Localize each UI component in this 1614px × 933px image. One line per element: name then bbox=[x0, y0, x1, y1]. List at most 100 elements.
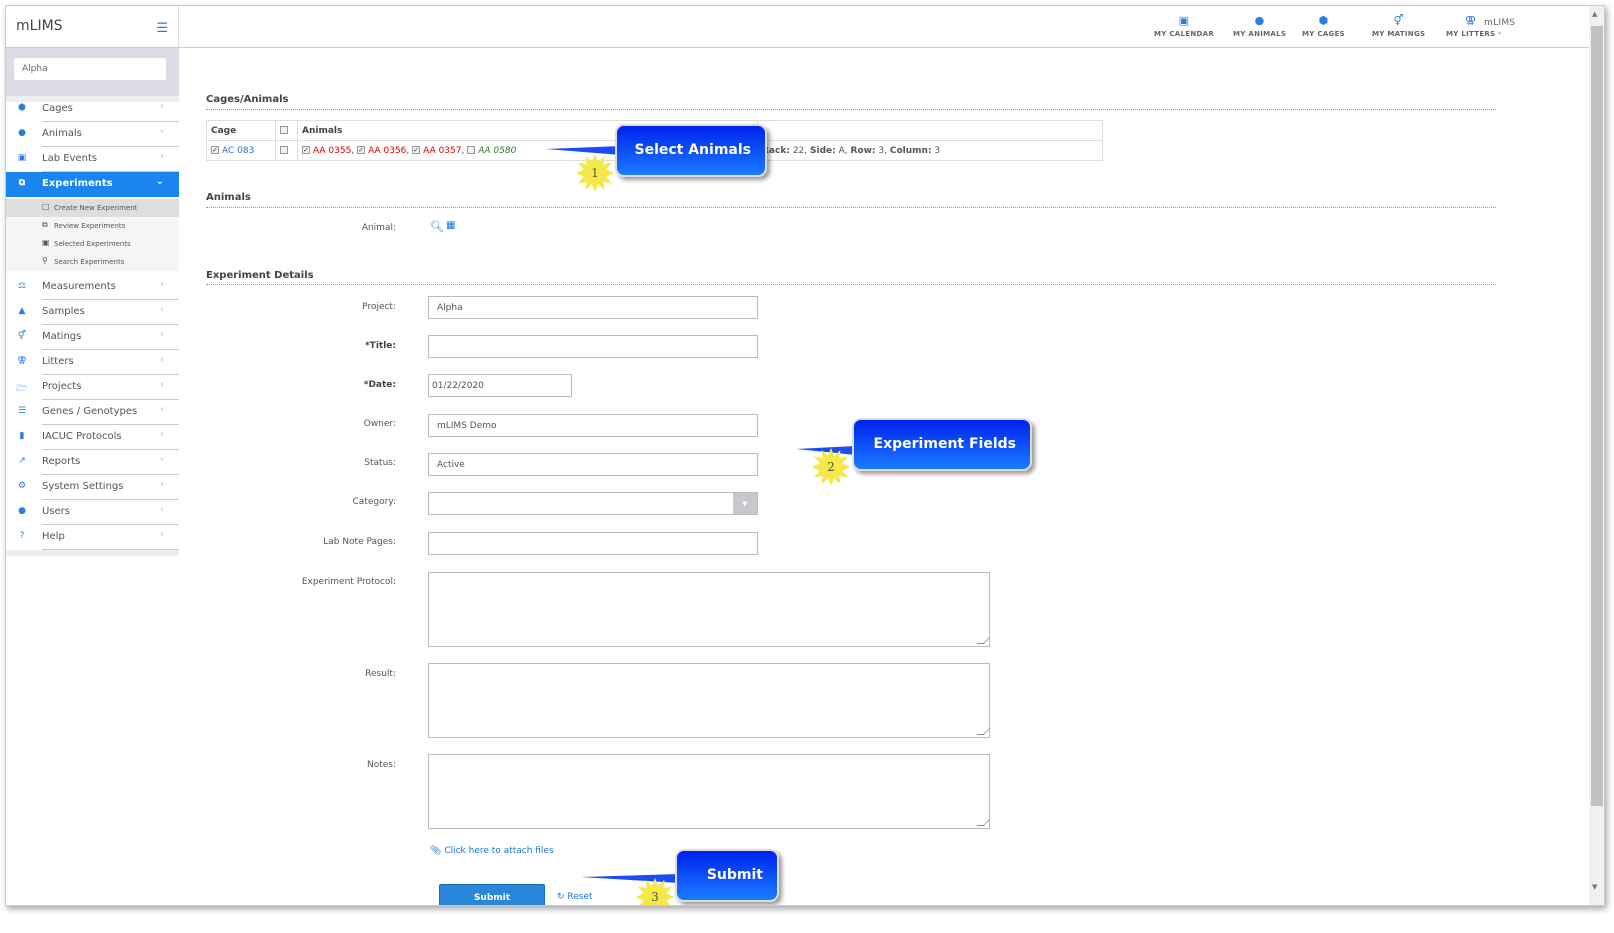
sidebar-item-lab-events[interactable]: ▣ Lab Events ‹ bbox=[6, 147, 179, 172]
callout-1: Select Animals bbox=[615, 124, 767, 177]
chevron-left-icon: ‹ bbox=[160, 304, 164, 315]
animal-link[interactable]: AA 0357 bbox=[423, 146, 461, 156]
sidebar-item-reports[interactable]: ↗ Reports ‹ bbox=[6, 450, 179, 475]
sidebar-item-measurements[interactable]: ⚖ Measurements ‹ bbox=[6, 275, 179, 300]
balance-icon: ⚖ bbox=[17, 281, 27, 291]
topnav-my-cages[interactable]: ⬢ MY CAGES bbox=[1302, 14, 1345, 38]
sidebar-item-help[interactable]: ? Help ‹ bbox=[6, 525, 179, 550]
sidebar-item-experiments[interactable]: ⧉ Experiments ⌄ bbox=[6, 172, 179, 197]
grid-select-icon[interactable]: ▦ bbox=[446, 220, 455, 231]
calendar-icon: ▣ bbox=[17, 153, 27, 163]
line-chart-icon: ↗ bbox=[18, 456, 26, 466]
sidebar-item-projects[interactable]: 🗁 Projects ‹ bbox=[6, 375, 179, 400]
cube-icon: ⬢ bbox=[18, 103, 26, 113]
topnav-my-calendar[interactable]: ▣ MY CALENDAR bbox=[1154, 14, 1214, 38]
animal-checkbox[interactable]: ✓ bbox=[357, 146, 366, 154]
flask-icon: ▲ bbox=[18, 306, 26, 316]
user-menu[interactable]: mLIMS ⌄ bbox=[1484, 18, 1515, 36]
title-input[interactable] bbox=[428, 335, 758, 358]
chevron-left-icon: ‹ bbox=[160, 151, 164, 162]
chevron-left-icon: ‹ bbox=[160, 279, 164, 290]
sidebar-item-samples[interactable]: ▲ Samples ‹ bbox=[6, 300, 179, 325]
animal-link[interactable]: AA 0355 bbox=[313, 146, 351, 156]
chevron-down-icon: ⌄ bbox=[155, 176, 164, 187]
mars-venus-icon: ⚥ bbox=[1393, 14, 1404, 27]
chevron-left-icon: ‹ bbox=[160, 504, 164, 515]
sidebar-item-litters[interactable]: ⚢ Litters ‹ bbox=[6, 350, 179, 375]
brand-bar: mLIMS ☰ bbox=[6, 6, 179, 48]
cage-location: Rack: 22, Side: A, Row: 3, Column: 3 bbox=[757, 140, 1103, 161]
notes-textarea[interactable] bbox=[428, 754, 990, 829]
folder-open-icon: 🗁 bbox=[16, 384, 28, 394]
section-title-cages: Cages/Animals bbox=[206, 94, 289, 105]
sidebar-subitem-selected-experiments[interactable]: ▣ Selected Experiments bbox=[6, 235, 179, 253]
refresh-icon: ↻ bbox=[557, 892, 565, 902]
file-icon: □ bbox=[42, 202, 50, 211]
chevron-left-icon: ‹ bbox=[160, 354, 164, 365]
brand-logo: mLIMS bbox=[16, 18, 63, 34]
animal-link[interactable]: AA 0580 bbox=[478, 146, 516, 156]
chevron-left-icon: ‹ bbox=[160, 429, 164, 440]
app-window: mLIMS ☰ ⬢Cages‹●Animals‹▣Lab Events‹⧉Exp… bbox=[5, 5, 1605, 906]
cage-checkbox[interactable]: ✓ bbox=[211, 146, 219, 154]
chevron-left-icon: ‹ bbox=[160, 379, 164, 390]
row-checkbox[interactable] bbox=[280, 146, 288, 154]
category-select[interactable]: ▼ bbox=[428, 492, 758, 515]
lab-note-pages-input[interactable] bbox=[428, 532, 758, 555]
scrollbar-thumb[interactable] bbox=[1591, 26, 1603, 806]
sidebar-item-cages[interactable]: ⬢ Cages ‹ bbox=[6, 97, 179, 122]
copy-icon: ⧉ bbox=[18, 178, 26, 188]
cage-link[interactable]: AC 083 bbox=[222, 146, 254, 156]
header-divider bbox=[179, 47, 1604, 48]
list-icon: ☰ bbox=[17, 406, 27, 416]
sidebar-item-iacuc-protocols[interactable]: ▮ IACUC Protocols ‹ bbox=[6, 425, 179, 450]
chevron-left-icon: ‹ bbox=[160, 329, 164, 340]
sidebar: mLIMS ☰ ⬢Cages‹●Animals‹▣Lab Events‹⧉Exp… bbox=[6, 6, 179, 905]
paw-icon: ● bbox=[18, 128, 26, 138]
sidebar-subitem-review-experiments[interactable]: ⧉ Review Experiments bbox=[6, 217, 179, 235]
status-input[interactable]: Active bbox=[428, 453, 758, 476]
date-input[interactable]: 01/22/2020 bbox=[428, 374, 572, 397]
sidebar-item-matings[interactable]: ⚥ Matings ‹ bbox=[6, 325, 179, 350]
attach-files-link[interactable]: 📎︎ Click here to attach files bbox=[430, 846, 554, 856]
sidebar-search-input[interactable] bbox=[14, 58, 166, 80]
search-icon: ⚲ bbox=[42, 256, 48, 265]
chevron-left-icon: ‹ bbox=[160, 529, 164, 540]
sidebar-item-animals[interactable]: ● Animals ‹ bbox=[6, 122, 179, 147]
submit-button[interactable]: Submit bbox=[439, 884, 545, 905]
chevron-left-icon: ‹ bbox=[160, 479, 164, 490]
owner-input[interactable]: mLIMS Demo bbox=[428, 414, 758, 437]
vertical-scrollbar[interactable]: ▲ ▼ bbox=[1589, 6, 1604, 905]
select-all-checkbox[interactable] bbox=[280, 126, 288, 134]
calendar-icon: ▣ bbox=[1178, 14, 1190, 27]
topnav-my-animals[interactable]: ● MY ANIMALS bbox=[1233, 14, 1286, 38]
result-textarea[interactable] bbox=[428, 663, 990, 738]
search-animal-icon[interactable]: 🔍︎ bbox=[430, 220, 444, 233]
sidebar-item-genes-genotypes[interactable]: ☰ Genes / Genotypes ‹ bbox=[6, 400, 179, 425]
animal-link[interactable]: AA 0356 bbox=[368, 146, 406, 156]
project-input[interactable]: Alpha bbox=[428, 296, 758, 319]
chevron-left-icon: ‹ bbox=[160, 404, 164, 415]
mars-venus-icon: ⚥ bbox=[17, 331, 27, 341]
chevron-down-icon: ⌄ bbox=[1496, 28, 1503, 36]
gear-icon: ⚙ bbox=[17, 481, 27, 491]
sidebar-item-users[interactable]: ● Users ‹ bbox=[6, 500, 179, 525]
dropdown-arrow-icon[interactable]: ▼ bbox=[733, 493, 757, 514]
topnav-my-matings[interactable]: ⚥ MY MATINGS bbox=[1372, 14, 1425, 38]
animal-checkbox[interactable]: ✓ bbox=[302, 146, 310, 154]
hamburger-menu-icon[interactable]: ☰ bbox=[156, 21, 168, 36]
animal-checkbox[interactable]: ✓ bbox=[412, 146, 421, 154]
paperclip-icon: 📎︎ bbox=[430, 846, 442, 856]
venus-double-icon: ⚢ bbox=[17, 356, 27, 366]
animal-checkbox[interactable] bbox=[467, 146, 476, 154]
section-title-animals: Animals bbox=[206, 192, 251, 203]
sidebar-item-system-settings[interactable]: ⚙ System Settings ‹ bbox=[6, 475, 179, 500]
sidebar-subitem-create-new-experiment[interactable]: □ Create New Experiment bbox=[6, 199, 179, 217]
chevron-left-icon: ‹ bbox=[160, 454, 164, 465]
callout-2: Experiment Fields bbox=[852, 418, 1032, 471]
sidebar-subitem-search-experiments[interactable]: ⚲ Search Experiments bbox=[6, 253, 179, 271]
experiment-protocol-textarea[interactable] bbox=[428, 572, 990, 647]
section-title-details: Experiment Details bbox=[206, 270, 314, 281]
cart-icon: ▣ bbox=[42, 238, 50, 247]
reset-button[interactable]: ↻ Reset bbox=[557, 892, 593, 902]
